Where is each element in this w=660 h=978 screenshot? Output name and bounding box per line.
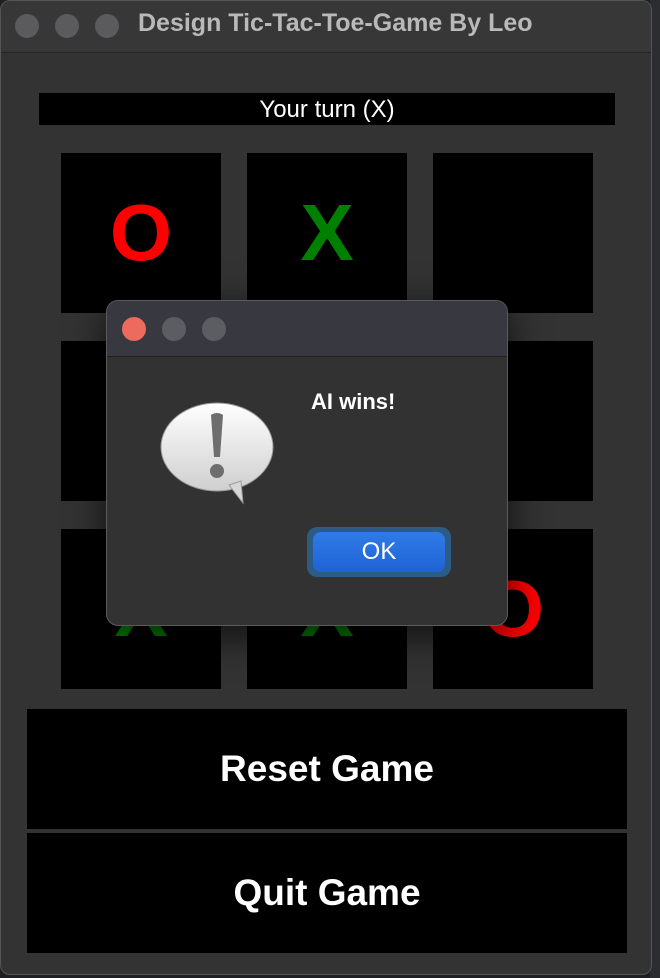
turn-status-label: Your turn (X) [39,93,615,125]
reset-game-button[interactable]: Reset Game [27,709,627,829]
minimize-window-button[interactable] [55,14,79,38]
dialog-titlebar [107,301,507,357]
close-window-button[interactable] [15,14,39,38]
window-title: Design Tic-Tac-Toe-Game By Leo [138,9,533,37]
zoom-window-button[interactable] [95,14,119,38]
board-cell-3[interactable] [433,153,593,313]
dialog-close-button[interactable] [122,317,146,341]
board-cell-1[interactable]: O [61,153,221,313]
window-titlebar: Design Tic-Tac-Toe-Game By Leo [1,1,651,53]
ok-button[interactable]: OK [313,532,445,572]
quit-game-button[interactable]: Quit Game [27,833,627,953]
exclamation-speech-bubble-icon [159,401,277,507]
dialog-zoom-button [202,317,226,341]
dialog-message: AI wins! [311,389,396,414]
dialog-minimize-button [162,317,186,341]
alert-dialog: AI wins! OK [106,300,508,626]
board-cell-2[interactable]: X [247,153,407,313]
